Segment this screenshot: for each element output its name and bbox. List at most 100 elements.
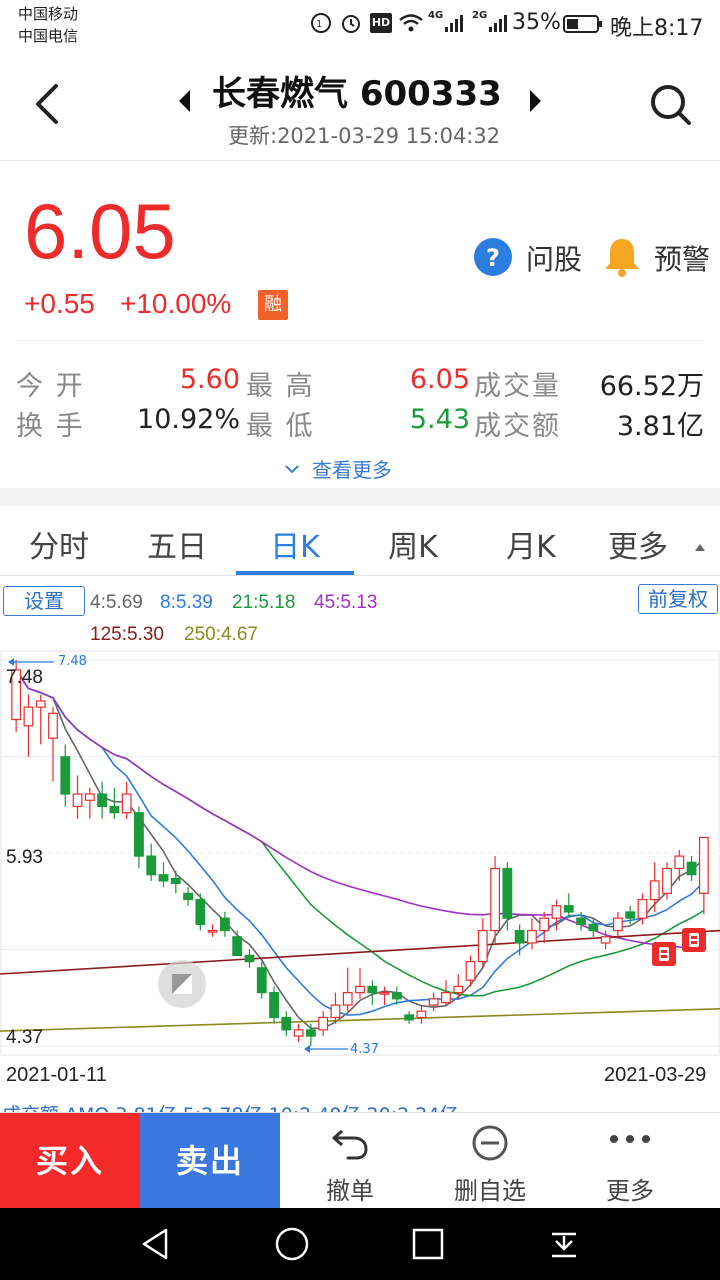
candle-body [477,929,488,963]
candle-body [281,1016,292,1031]
ask-stock-label: 问股 [526,243,583,276]
stat-open-label: 今 开 [16,371,85,402]
chart-settings-button[interactable]: 设置 [3,586,85,616]
clock: 晚上8:17 [610,16,704,41]
ma21-line [15,669,705,997]
y-axis-mid: 5.93 [6,847,43,868]
system-nav-bar [0,1208,720,1280]
nav-notification-icon[interactable] [546,1226,582,1266]
ma250-legend: 250:4.67 [184,624,258,645]
nav-recents-icon[interactable] [410,1226,446,1266]
stock-header: 长春燃气 600333 更新:2021-03-29 15:04:32 [0,50,720,161]
candle-body [48,712,58,739]
candle-body [649,880,660,901]
candle-body [625,911,636,919]
next-stock-icon[interactable] [528,88,544,118]
event-marker-icon[interactable] [650,940,678,968]
x-axis-end-date: 2021-03-29 [604,1064,707,1086]
candle-body [391,992,402,1000]
fullscreen-toggle-button[interactable] [158,960,206,1008]
tab-daily-k[interactable]: 日K [236,522,354,566]
candle-body [674,855,685,870]
amount-panel-peek: 成交额 AMO 3.81亿 5:2.78亿 10:2.40亿 20:2.24亿 [0,1090,720,1112]
candle-body [207,929,218,933]
candle-body [490,867,500,932]
sell-button[interactable]: 卖出 [140,1113,280,1209]
candle-body [662,867,672,894]
buy-button[interactable]: 买入 [0,1113,140,1209]
stat-turnover-value: 10.92% [137,404,240,435]
stat-high-label: 最 高 [246,371,315,402]
ma250-line [0,1008,720,1032]
candle-body [576,917,586,925]
nav-home-icon[interactable] [274,1226,310,1266]
ma8-line [15,669,705,1016]
candle-body [72,793,83,808]
candle-body [342,992,353,1006]
ma8-legend: 8:5.39 [160,592,213,613]
candle-body [367,985,378,994]
candle-body [35,700,46,708]
candle-body [232,936,243,956]
max-price-label: 7.48 [58,654,87,669]
price-alert-label: 预警 [654,243,711,276]
tab-five-day[interactable]: 五日 [118,522,236,566]
tab-more[interactable]: 更多 [588,522,688,566]
more-actions-button[interactable]: 更多 [570,1113,690,1209]
hd-icon: HD [370,13,392,33]
candle-body [686,861,697,876]
cancel-order-button[interactable]: 撤单 [290,1113,410,1209]
battery-icon [563,14,603,38]
divider [0,575,720,576]
price-adjust-button[interactable]: 前复权 [638,584,718,614]
stat-turnover-label: 换 手 [16,411,85,442]
svg-text:1: 1 [316,19,322,30]
candle-body [563,905,574,913]
tab-monthly-k[interactable]: 月K [472,522,590,566]
triangle-down-icon[interactable] [694,538,706,557]
candle-body [698,836,709,894]
x-axis-start-date: 2021-01-11 [6,1064,107,1086]
candle-body [355,985,365,994]
candle-body [195,898,206,925]
section-separator [0,488,720,506]
cancel-order-label: 撤单 [326,1177,374,1205]
stat-high-value: 6.05 [409,364,470,395]
candle-body [453,985,464,994]
alarm-icon [340,12,362,39]
event-marker-icon-2[interactable] [680,926,708,954]
prev-stock-icon[interactable] [176,88,192,118]
undo-icon [330,1123,370,1165]
stat-volume-value: 66.52万 [599,371,704,402]
expand-icon [172,974,192,994]
search-icon[interactable] [648,82,694,132]
candle-body [244,954,255,963]
data-saver-icon: 1 [310,12,332,39]
candle-body [146,855,157,876]
candle-body [441,992,451,1004]
stat-low-label: 最 低 [246,411,315,442]
amount-panel-header: 成交额 AMO 3.81亿 5:2.78亿 10:2.40亿 20:2.24亿 [2,1100,458,1112]
carrier-2: 中国电信 [18,27,79,45]
candle-body [404,1014,415,1021]
svg-text:?: ? [486,244,500,272]
candle-body [514,929,525,944]
candle-body [293,1029,304,1037]
trade-action-bar: 买入 卖出 撤单 删自选 更多 [0,1112,720,1209]
signal-icon-2 [487,12,509,38]
candle-body [256,967,267,994]
divider [16,340,704,341]
kline-chart[interactable] [0,650,720,1060]
candle-body [269,992,279,1019]
candle-body [612,917,623,932]
tab-weekly-k[interactable]: 周K [354,522,472,566]
stat-low-value: 5.43 [409,404,470,435]
tab-intraday[interactable]: 分时 [0,522,118,566]
candle-body [588,923,599,932]
stat-open-value: 5.60 [179,364,240,395]
back-arrow-icon[interactable] [30,82,66,130]
candle-body [97,793,108,808]
remove-watchlist-button[interactable]: 删自选 [430,1113,550,1209]
candle-body [60,756,71,795]
nav-back-icon[interactable] [138,1226,174,1266]
